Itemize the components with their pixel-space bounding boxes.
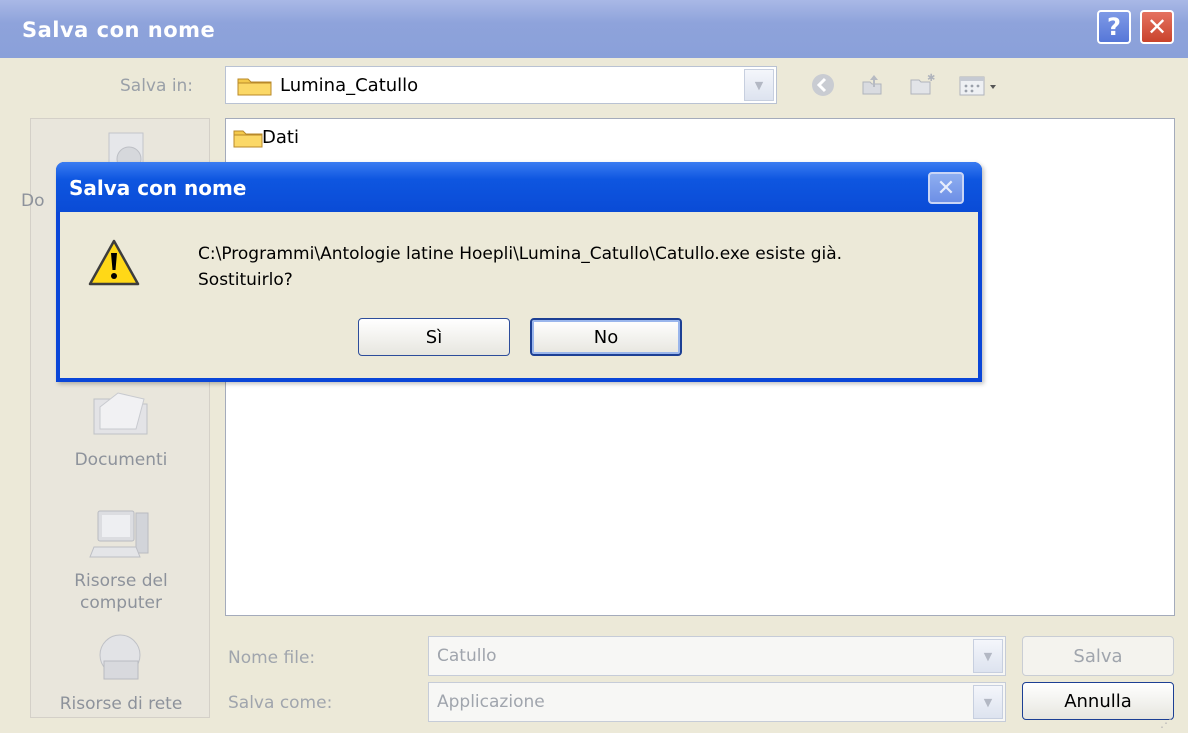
new-folder-icon[interactable]: ✱ (907, 72, 937, 98)
folder-icon (237, 78, 272, 96)
network-icon (99, 634, 141, 680)
list-item[interactable]: Dati (230, 125, 430, 151)
up-folder-icon[interactable] (857, 72, 887, 98)
place-label-partial: Do (21, 191, 45, 211)
svg-text:✱: ✱ (927, 73, 935, 84)
folder-icon (233, 130, 263, 148)
save-type-select[interactable]: Applicazione ▼ (428, 682, 1006, 722)
yes-button[interactable]: Sì (358, 318, 510, 356)
cancel-button[interactable]: Annulla (1022, 682, 1174, 720)
overwrite-confirm-dialog: Salva con nome ✕ C:\Programmi\Antologie … (56, 162, 982, 382)
chevron-down-icon[interactable]: ▼ (973, 685, 1003, 719)
resize-grip-icon[interactable]: ⋰ (1160, 716, 1180, 730)
dialog-message: C:\Programmi\Antologie latine Hoepli\Lum… (198, 244, 843, 264)
location-value: Lumina_Catullo (280, 75, 419, 96)
save-button[interactable]: Salva (1022, 636, 1174, 676)
back-icon[interactable] (808, 72, 838, 98)
place-label: Risorse del computer (31, 570, 211, 614)
place-label-line1: Risorse del (74, 571, 168, 591)
no-button[interactable]: No (530, 318, 682, 356)
location-dropdown[interactable]: Lumina_Catullo ▼ (225, 66, 777, 104)
folder-icon (93, 392, 148, 435)
filename-value: Catullo (437, 646, 497, 666)
dialog-title: Salva con nome (69, 176, 247, 200)
filename-label: Nome file: (228, 648, 316, 668)
my-computer-icon (89, 510, 149, 558)
help-button[interactable]: ? (1097, 10, 1131, 44)
place-documents[interactable]: Documenti (31, 381, 211, 470)
chevron-down-icon[interactable]: ▼ (973, 639, 1003, 673)
window-title: Salva con nome (22, 18, 216, 42)
chevron-down-icon[interactable]: ▼ (744, 69, 774, 101)
view-menu-icon[interactable] (957, 72, 1001, 98)
place-my-computer[interactable]: Risorse del computer (31, 505, 211, 614)
dialog-titlebar[interactable]: Salva con nome ✕ (56, 162, 982, 212)
place-label: Documenti (74, 450, 168, 470)
place-label: Risorse di rete (59, 694, 183, 714)
warning-icon (88, 239, 140, 286)
save-in-label: Salva in: (120, 76, 194, 96)
dialog-body: C:\Programmi\Antologie latine Hoepli\Lum… (60, 212, 978, 378)
file-name: Dati (262, 127, 299, 148)
place-network[interactable]: Risorse di rete (31, 631, 211, 714)
save-type-value: Applicazione (437, 692, 545, 712)
dialog-close-button[interactable]: ✕ (928, 172, 964, 204)
close-button[interactable]: ✕ (1140, 10, 1174, 44)
dialog-question: Sostituirlo? (198, 270, 293, 290)
save-type-label: Salva come: (228, 693, 333, 713)
place-label-line2: computer (80, 593, 162, 613)
window-titlebar[interactable]: Salva con nome ? ✕ (0, 0, 1188, 58)
filename-input[interactable]: Catullo ▼ (428, 636, 1006, 676)
